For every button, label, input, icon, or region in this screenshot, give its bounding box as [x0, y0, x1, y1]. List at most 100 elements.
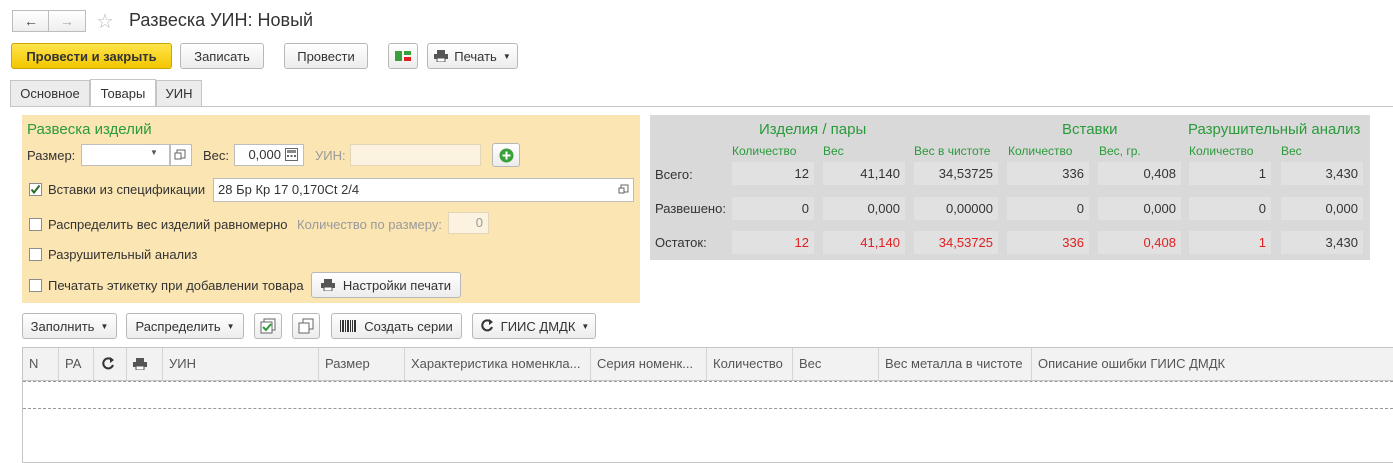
- print-label-checkbox-label: Печатать этикетку при добавлении товара: [48, 278, 304, 293]
- back-button[interactable]: ←: [12, 10, 50, 32]
- weighing-title: Развеска изделий: [27, 121, 152, 138]
- spec-checkbox-label: Вставки из спецификации: [48, 182, 206, 197]
- arrow-left-icon: ←: [24, 13, 38, 29]
- print-button[interactable]: Печать ▼: [427, 43, 518, 69]
- checkmark-icon: [30, 184, 41, 195]
- fill-button[interactable]: Заполнить ▼: [22, 313, 117, 339]
- copy-button[interactable]: [292, 313, 320, 339]
- check-list-icon: [260, 318, 276, 334]
- print-settings-button[interactable]: Настройки печати: [311, 272, 461, 298]
- column-header-quantity[interactable]: Количество: [707, 348, 793, 380]
- column-header-size[interactable]: Размер: [319, 348, 405, 380]
- row-label-weighed: Развешено:: [655, 201, 726, 216]
- giis-button[interactable]: ГИИС ДМДК ▼: [472, 313, 596, 339]
- size-open-button[interactable]: [170, 144, 192, 166]
- print-label-checkbox[interactable]: [29, 279, 42, 292]
- weighed-destructive-weight: 0,000: [1281, 197, 1363, 220]
- weighed-items-qty: 0: [732, 197, 814, 220]
- post-button[interactable]: Провести: [284, 43, 368, 69]
- column-header: Вес: [1281, 144, 1302, 158]
- star-icon[interactable]: ☆: [96, 9, 114, 34]
- size-label: Размер:: [27, 148, 76, 163]
- column-header-series[interactable]: Серия номенк...: [591, 348, 707, 380]
- giis-label: ГИИС ДМДК: [500, 318, 576, 334]
- table-header: N РА УИН Размер Характеристика номенкла.…: [23, 348, 1393, 381]
- open-window-icon: [174, 149, 186, 160]
- printer-icon: [434, 50, 449, 62]
- structure-icon: [395, 51, 411, 61]
- open-window-icon[interactable]: [617, 179, 631, 199]
- tab-main[interactable]: Основное: [10, 80, 90, 106]
- printer-icon: [133, 358, 147, 370]
- arrow-right-icon: →: [60, 13, 74, 29]
- add-uin-button[interactable]: [492, 143, 520, 167]
- qty-by-size-value: 0: [475, 215, 483, 230]
- weight-label: Вес:: [203, 148, 230, 163]
- tab-uin[interactable]: УИН: [156, 80, 202, 106]
- total-destructive-weight: 3,430: [1281, 162, 1363, 185]
- structure-button[interactable]: [388, 43, 418, 69]
- calculator-icon[interactable]: [285, 148, 298, 161]
- total-destructive-qty: 1: [1189, 162, 1271, 185]
- printer-icon: [320, 279, 335, 291]
- tab-goods[interactable]: Товары: [90, 79, 156, 106]
- column-header-error[interactable]: Описание ошибки ГИИС ДМДК: [1032, 348, 1393, 380]
- chevron-down-icon: ▼: [100, 321, 109, 331]
- remainder-inserts-weight: 0,408: [1098, 231, 1181, 254]
- column-header-uin[interactable]: УИН: [163, 348, 319, 380]
- column-header-n[interactable]: N: [23, 348, 59, 380]
- print-label: Печать: [454, 48, 497, 64]
- chevron-down-icon: ▼: [502, 51, 511, 61]
- uin-label: УИН:: [315, 148, 346, 163]
- column-header-ra[interactable]: РА: [59, 348, 94, 380]
- total-items-pure: 34,53725: [914, 162, 998, 185]
- distribute-checkbox-label: Распределить вес изделий равномерно: [48, 217, 288, 232]
- column-header-sync[interactable]: [94, 348, 127, 380]
- page-title: Развеска УИН: Новый: [129, 10, 314, 30]
- destructive-analysis-checkbox[interactable]: [29, 248, 42, 261]
- forward-button[interactable]: →: [48, 10, 86, 32]
- size-select[interactable]: ▼: [81, 144, 170, 166]
- create-series-label: Создать серии: [364, 318, 453, 334]
- qty-by-size-input[interactable]: 0: [448, 212, 489, 234]
- qty-by-size-label: Количество по размеру:: [297, 217, 442, 232]
- spec-field[interactable]: 28 Бр Кр 17 0,170Ct 2/4: [213, 178, 634, 202]
- uin-input[interactable]: [350, 144, 481, 166]
- column-header-pure-weight[interactable]: Вес металла в чистоте: [879, 348, 1032, 380]
- chevron-down-icon: ▼: [226, 321, 235, 331]
- distribute-checkbox[interactable]: [29, 218, 42, 231]
- weighed-destructive-qty: 0: [1189, 197, 1271, 220]
- weight-value: 0,000: [248, 147, 281, 162]
- column-header: Количество: [732, 144, 797, 158]
- row-label-remainder: Остаток:: [655, 235, 707, 250]
- table-row[interactable]: [23, 381, 1393, 409]
- total-items-weight: 41,140: [823, 162, 905, 185]
- sync-icon: [102, 357, 114, 370]
- spec-checkbox[interactable]: [29, 183, 42, 196]
- sync-icon: [481, 319, 493, 332]
- save-button[interactable]: Записать: [180, 43, 264, 69]
- spec-value: 28 Бр Кр 17 0,170Ct 2/4: [218, 182, 360, 197]
- destructive-analysis-label: Разрушительный анализ: [48, 247, 198, 262]
- column-header: Вес в чистоте: [914, 144, 991, 158]
- weighed-inserts-qty: 0: [1007, 197, 1089, 220]
- distribute-label: Распределить: [135, 318, 221, 334]
- total-inserts-qty: 336: [1007, 162, 1089, 185]
- column-header-characteristic[interactable]: Характеристика номенкла...: [405, 348, 591, 380]
- column-header: Количество: [1008, 144, 1073, 158]
- remainder-items-weight: 41,140: [823, 231, 905, 254]
- column-header: Вес: [823, 144, 844, 158]
- print-settings-label: Настройки печати: [342, 277, 452, 293]
- copy-icon: [298, 318, 314, 334]
- column-header-print[interactable]: [127, 348, 163, 380]
- select-all-button[interactable]: [254, 313, 282, 339]
- create-series-button[interactable]: Создать серии: [331, 313, 462, 339]
- post-and-close-button[interactable]: Провести и закрыть: [11, 43, 172, 69]
- remainder-items-qty: 12: [732, 231, 814, 254]
- column-header: Вес, гр.: [1099, 144, 1141, 158]
- column-header-weight[interactable]: Вес: [793, 348, 879, 380]
- distribute-button[interactable]: Распределить ▼: [126, 313, 244, 339]
- chevron-down-icon[interactable]: ▼: [150, 148, 158, 157]
- goods-table[interactable]: N РА УИН Размер Характеристика номенкла.…: [22, 347, 1393, 463]
- fill-label: Заполнить: [30, 318, 95, 334]
